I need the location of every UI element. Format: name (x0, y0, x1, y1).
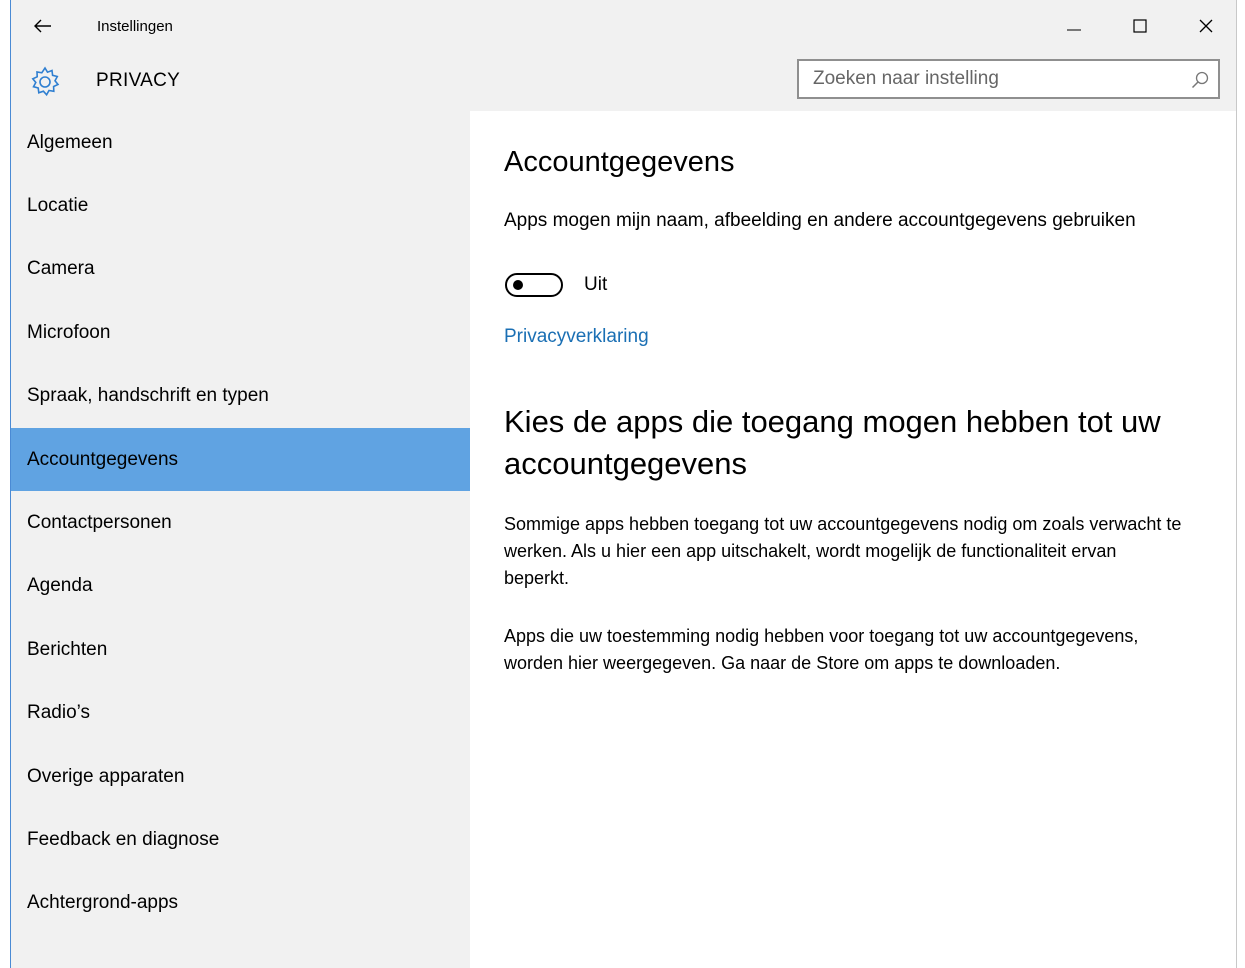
sidebar-item-radios[interactable]: Radio’s (11, 682, 470, 745)
toggle-state-label: Uit (584, 274, 608, 295)
toggle-description: Apps mogen mijn naam, afbeelding en ande… (504, 210, 1136, 231)
sidebar-item-overige-apparaten[interactable]: Overige apparaten (11, 745, 470, 808)
close-icon (1199, 19, 1213, 33)
apps-info: Apps die uw toestemming nodig hebben voo… (504, 626, 1139, 673)
section-title: PRIVACY (96, 70, 181, 91)
sidebar-item-spraak[interactable]: Spraak, handschrift en typen (11, 365, 470, 428)
maximize-icon (1133, 19, 1147, 33)
minimize-icon (1067, 29, 1081, 31)
sidebar-item-achtergrond-apps[interactable]: Achtergrond-apps (11, 872, 470, 935)
search-input[interactable] (813, 68, 1173, 90)
sidebar-item-camera[interactable]: Camera (11, 238, 470, 301)
sidebar-item-feedback[interactable]: Feedback en diagnose (11, 808, 470, 871)
apps-subheading: Kies de apps die toegang mogen hebben to… (504, 404, 1161, 481)
title-bar: Instellingen (11, 0, 1236, 55)
window-title: Instellingen (97, 18, 173, 35)
sidebar-item-accountgegevens[interactable]: Accountgegevens (11, 427, 470, 492)
page-heading: Accountgegevens (504, 146, 735, 178)
page-header: PRIVACY (11, 55, 1236, 111)
privacy-statement-link[interactable]: Privacyverklaring (504, 326, 649, 348)
gear-icon (31, 66, 60, 97)
sidebar-item-algemeen[interactable]: Algemeen (11, 111, 470, 174)
sidebar-item-locatie[interactable]: Locatie (11, 174, 470, 237)
maximize-button[interactable] (1117, 6, 1163, 46)
sidebar-nav: Algemeen Locatie Camera Microfoon Spraak… (11, 111, 470, 968)
back-button[interactable] (25, 8, 61, 44)
apps-description: Sommige apps hebben toegang tot uw accou… (504, 514, 1182, 588)
back-arrow-icon (34, 19, 51, 33)
minimize-button[interactable] (1051, 6, 1097, 46)
sidebar-item-agenda[interactable]: Agenda (11, 555, 470, 618)
account-info-toggle[interactable] (505, 273, 563, 297)
sidebar-item-contactpersonen[interactable]: Contactpersonen (11, 491, 470, 554)
search-box[interactable] (797, 59, 1220, 99)
search-icon[interactable] (1190, 70, 1210, 90)
toggle-knob (513, 280, 523, 290)
settings-window: Instellingen PRIVACY Zoeken naar instell… (10, 0, 1237, 968)
close-button[interactable] (1183, 6, 1229, 46)
sidebar-item-berichten[interactable]: Berichten (11, 618, 470, 681)
sidebar-item-microfoon[interactable]: Microfoon (11, 301, 470, 364)
